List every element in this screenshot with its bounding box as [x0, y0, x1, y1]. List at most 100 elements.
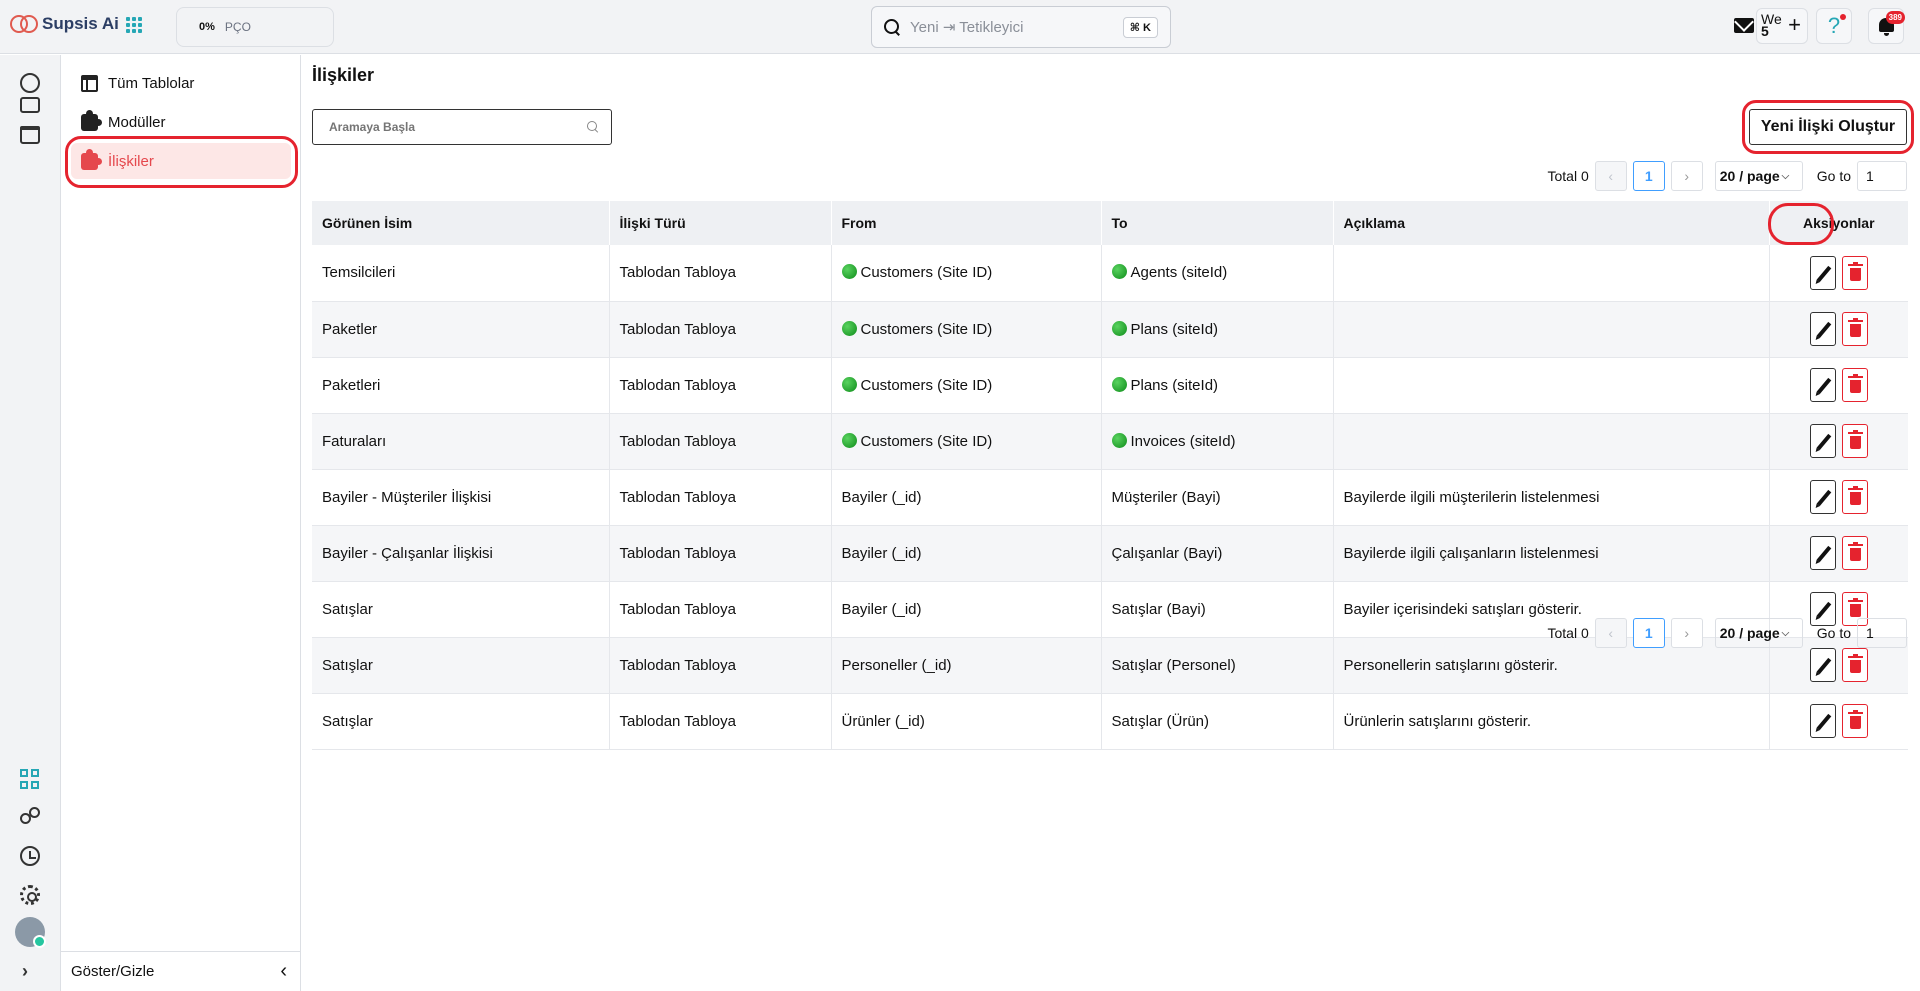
table-row: Bayiler - Çalışanlar İlişkisi Tablodan Ta… — [312, 525, 1908, 582]
cell-description: Bayilerde ilgili müşterilerin listelenme… — [1333, 469, 1770, 526]
pencil-icon — [1816, 601, 1832, 619]
search-icon — [587, 121, 599, 133]
chevron-down-icon: ⌵ — [1781, 170, 1790, 182]
cell-description — [1333, 245, 1770, 302]
clock-icon[interactable] — [20, 846, 40, 866]
cell-name: Bayiler - Müşteriler İlişkisi — [312, 469, 610, 526]
search-box[interactable] — [312, 109, 612, 145]
from-label: Customers (Site ID) — [860, 376, 993, 394]
sidebar: Tüm Tablolar Modüller İlişkiler Göster/G… — [61, 55, 301, 991]
cell-to: Satışlar (Bayi) — [1101, 581, 1334, 638]
column-header: Görünen İsim — [312, 201, 610, 245]
sidebar-toggle[interactable]: Göster/Gizle ‹ — [61, 951, 301, 991]
search-icon — [884, 19, 900, 35]
search-input[interactable] — [329, 120, 587, 134]
expand-icon[interactable]: › — [22, 961, 28, 982]
highlight-ring — [1768, 203, 1834, 245]
delete-button[interactable] — [1841, 536, 1868, 570]
settings-icon[interactable] — [20, 885, 40, 905]
cell-name: Satışlar — [312, 581, 610, 638]
prev-page-button[interactable]: ‹ — [1594, 618, 1627, 648]
edit-button[interactable] — [1809, 704, 1836, 738]
delete-button[interactable] — [1841, 480, 1868, 514]
cell-name: Paketler — [312, 301, 610, 358]
contact-card-icon[interactable] — [20, 97, 40, 113]
edit-button[interactable] — [1809, 480, 1836, 514]
goto-input[interactable]: 1 — [1857, 161, 1907, 191]
page-number-button[interactable]: 1 — [1632, 618, 1665, 648]
edit-button[interactable] — [1809, 368, 1836, 402]
logo[interactable]: Supsis Ai — [10, 13, 119, 35]
shortcut-badge: ⌘ K — [1122, 16, 1158, 38]
to-label: Agents (siteId) — [1130, 264, 1228, 282]
from-label: Ürünler (_id) — [841, 712, 925, 730]
to-label: Satışlar (Bayi) — [1111, 600, 1206, 618]
from-label: Customers (Site ID) — [860, 320, 993, 338]
prev-page-button[interactable]: ‹ — [1594, 161, 1627, 191]
pagination-top: Total 0 ‹ 1 › 20 / page ⌵ Go to 1 — [1548, 160, 1907, 192]
status-dot-icon — [1111, 432, 1127, 448]
pencil-icon — [1816, 433, 1832, 451]
trash-icon — [1847, 318, 1863, 337]
progress-widget[interactable]: 0% PÇO — [176, 7, 334, 47]
page-size-select[interactable]: 20 / page ⌵ — [1714, 161, 1803, 191]
cell-to: Çalışanlar (Bayi) — [1101, 525, 1334, 582]
cell-actions — [1769, 469, 1908, 526]
cell-description — [1333, 357, 1770, 414]
workspace-button[interactable]: We 5 + — [1756, 8, 1808, 44]
sidebar-item-all-tables[interactable]: Tüm Tablolar — [71, 65, 291, 101]
cell-actions — [1769, 693, 1908, 750]
chevron-left-icon: ‹ — [280, 960, 287, 982]
mail-icon[interactable] — [1734, 18, 1754, 33]
global-search[interactable]: Yeni ⇥ Tetikleyici ⌘ K — [871, 6, 1171, 48]
cell-name: Satışlar — [312, 637, 610, 694]
delete-button[interactable] — [1841, 368, 1868, 402]
trash-icon — [1847, 654, 1863, 673]
notifications-button[interactable]: 389 — [1868, 8, 1905, 44]
sidebar-item-modules[interactable]: Modüller — [71, 104, 291, 140]
edit-button[interactable] — [1809, 255, 1836, 290]
edit-button[interactable] — [1809, 312, 1836, 346]
share-icon[interactable] — [20, 807, 40, 827]
delete-button[interactable] — [1841, 648, 1868, 682]
delete-button[interactable] — [1841, 255, 1868, 290]
help-button[interactable]: ? — [1816, 8, 1852, 44]
notification-badge: 389 — [1885, 11, 1905, 24]
from-label: Bayiler (_id) — [841, 488, 922, 506]
delete-button[interactable] — [1841, 424, 1868, 458]
delete-button[interactable] — [1841, 704, 1868, 738]
cell-actions — [1769, 301, 1908, 358]
page-size-select[interactable]: 20 / page ⌵ — [1714, 618, 1803, 648]
edit-button[interactable] — [1809, 424, 1836, 458]
cell-from: Ürünler (_id) — [831, 693, 1102, 750]
trash-icon — [1847, 486, 1863, 505]
to-label: Satışlar (Ürün) — [1111, 712, 1210, 730]
page-title: İlişkiler — [312, 65, 375, 85]
cell-type: Tablodan Tabloya — [609, 413, 832, 470]
trash-icon — [1847, 430, 1863, 449]
inbox-icon[interactable] — [20, 126, 40, 144]
top-bar: Supsis Ai 0% PÇO Yeni ⇥ Tetikleyici ⌘ K … — [0, 0, 1920, 54]
trash-icon — [1847, 261, 1863, 281]
column-header: From — [831, 201, 1102, 245]
edit-button[interactable] — [1809, 536, 1836, 570]
column-header: To — [1101, 201, 1334, 245]
edit-button[interactable] — [1809, 648, 1836, 682]
pagination-bottom: Total 0 ‹ 1 › 20 / page ⌵ Go to 1 — [1548, 617, 1907, 649]
status-dot-icon — [1111, 376, 1127, 392]
cell-to: Plans (siteId) — [1101, 357, 1334, 414]
chat-icon[interactable] — [20, 73, 40, 93]
next-page-button[interactable]: › — [1670, 618, 1703, 648]
dashboard-icon[interactable] — [20, 769, 40, 789]
avatar[interactable] — [15, 917, 46, 948]
cell-actions — [1769, 525, 1908, 582]
delete-button[interactable] — [1841, 312, 1868, 346]
page-number-button[interactable]: 1 — [1632, 161, 1665, 191]
cell-from: Bayiler (_id) — [831, 525, 1102, 582]
goto-input[interactable]: 1 — [1857, 618, 1907, 648]
next-page-button[interactable]: › — [1670, 161, 1703, 191]
cell-to: Agents (siteId) — [1101, 245, 1334, 302]
apps-grid-icon[interactable] — [126, 17, 142, 33]
from-label: Customers (Site ID) — [860, 264, 993, 282]
app-name: Supsis Ai — [42, 14, 119, 33]
